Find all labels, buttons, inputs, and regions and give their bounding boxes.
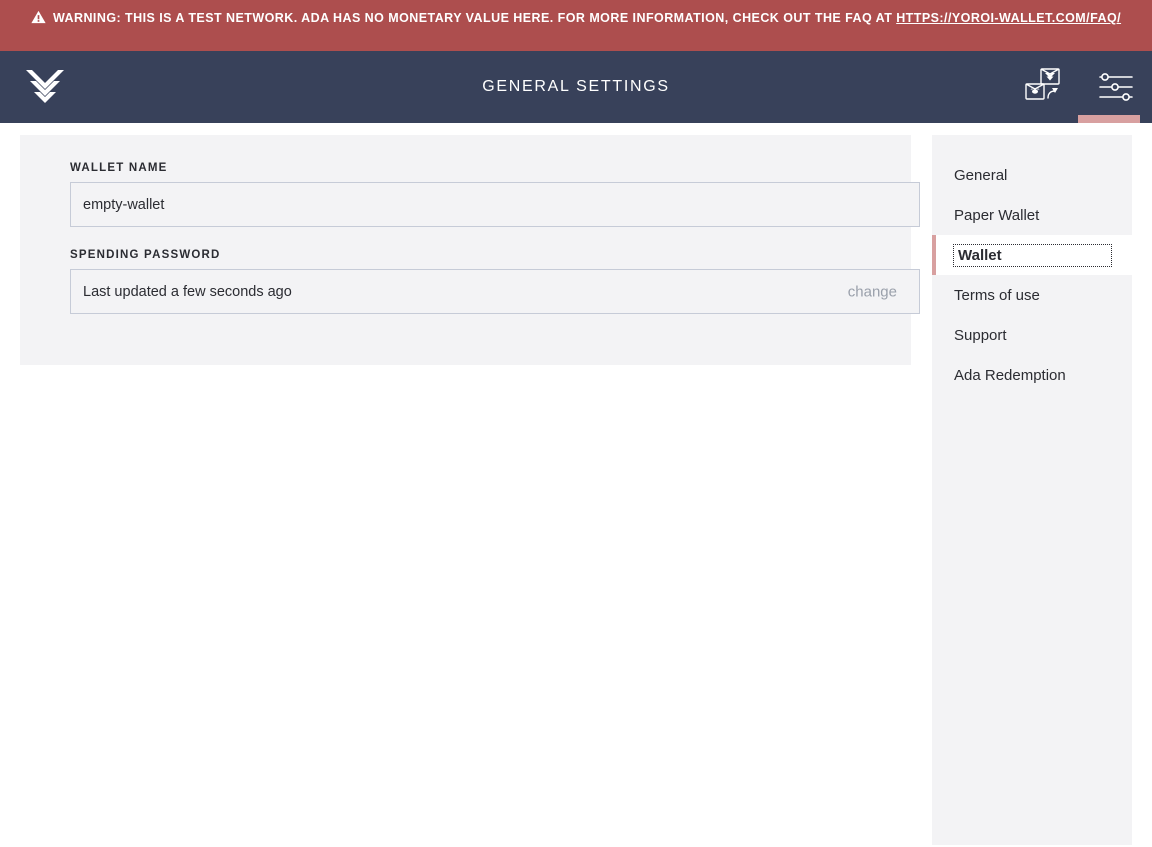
spending-password-label: SPENDING PASSWORD xyxy=(70,249,221,261)
warning-text: WARNING: THIS IS A TEST NETWORK. ADA HAS… xyxy=(52,11,897,25)
settings-menu-item-label: Support xyxy=(954,326,1007,344)
wallet-switch-icon[interactable] xyxy=(1008,51,1080,123)
wallet-settings-panel: WALLET NAME SPENDING PASSWORD Last updat… xyxy=(20,135,920,365)
test-network-warning-banner: WARNING: THIS IS A TEST NETWORK. ADA HAS… xyxy=(0,0,1152,51)
nav-actions xyxy=(1008,51,1152,123)
settings-menu-item-label: Paper Wallet xyxy=(954,206,1040,224)
settings-sliders-icon[interactable] xyxy=(1078,51,1152,123)
settings-menu-item-general[interactable]: General xyxy=(932,155,1132,195)
settings-menu-item-label: Terms of use xyxy=(954,286,1040,304)
change-password-button[interactable]: change xyxy=(848,283,897,300)
top-navigation-bar: GENERAL SETTINGS xyxy=(0,51,1152,123)
faq-link[interactable]: HTTPS://YOROI-WALLET.COM/FAQ/ xyxy=(896,11,1121,25)
settings-menu: General Paper Wallet Wallet Terms of use… xyxy=(932,135,1132,845)
wallet-name-input[interactable] xyxy=(70,182,920,227)
settings-menu-item-wallet[interactable]: Wallet xyxy=(932,235,1132,275)
spending-password-row: Last updated a few seconds ago change xyxy=(70,269,920,314)
spending-password-status: Last updated a few seconds ago xyxy=(83,283,292,300)
settings-menu-item-label: Ada Redemption xyxy=(954,366,1066,384)
settings-menu-item-support[interactable]: Support xyxy=(932,315,1132,355)
wallet-name-label: WALLET NAME xyxy=(70,162,168,174)
settings-menu-item-ada-redemption[interactable]: Ada Redemption xyxy=(932,355,1132,395)
yoroi-logo[interactable] xyxy=(26,70,64,104)
settings-menu-item-terms-of-use[interactable]: Terms of use xyxy=(932,275,1132,315)
warning-triangle-icon xyxy=(31,10,46,31)
spending-password-field-block: SPENDING PASSWORD Last updated a few sec… xyxy=(70,249,920,314)
settings-menu-item-label: Wallet xyxy=(953,243,1112,267)
page-body: WALLET NAME SPENDING PASSWORD Last updat… xyxy=(0,123,1152,847)
settings-menu-item-paper-wallet[interactable]: Paper Wallet xyxy=(932,195,1132,235)
wallet-name-field-block: WALLET NAME xyxy=(70,162,920,227)
settings-menu-item-label: General xyxy=(954,166,1008,184)
page-title: GENERAL SETTINGS xyxy=(482,78,670,95)
